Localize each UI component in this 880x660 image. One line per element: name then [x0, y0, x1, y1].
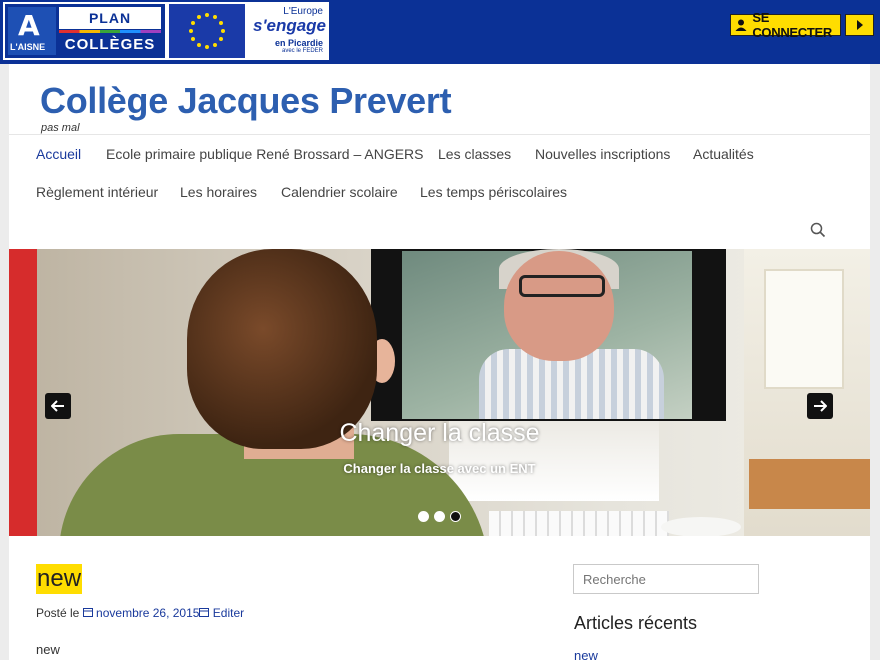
post-date-link[interactable]: novembre 26, 2015	[96, 606, 199, 620]
slide-photo-glasses	[519, 275, 605, 297]
partner-logos: A L'AISNE PLAN COLLÈGES L'Europe s'engag…	[3, 2, 329, 60]
header-divider	[9, 134, 870, 135]
nav-item-actualites[interactable]: Actualités	[693, 146, 754, 162]
login-arrow-button[interactable]	[845, 14, 874, 36]
eu-flag-logo[interactable]	[169, 4, 245, 58]
aisne-logo: A L'AISNE	[8, 7, 56, 55]
caret-right-icon	[856, 20, 863, 30]
plan-colleges-logo[interactable]: A L'AISNE PLAN COLLÈGES	[5, 4, 165, 58]
slide-subcaption: Changer la classe avec un ENT	[343, 461, 536, 476]
image-slider[interactable]: Changer la classe Changer la classe avec…	[9, 249, 870, 536]
site-title[interactable]: Collège Jacques Prevert	[40, 80, 452, 122]
nav-item-calendrier-scolaire[interactable]: Calendrier scolaire	[281, 184, 398, 200]
nav-item-temps-periscolaires[interactable]: Les temps périscolaires	[420, 184, 567, 200]
slider-dot-1[interactable]	[418, 511, 429, 522]
recent-post-link[interactable]: new	[574, 648, 598, 660]
post-body: new	[36, 642, 60, 657]
post-meta-prefix: Posté le	[36, 606, 80, 620]
arrow-left-icon	[51, 400, 64, 412]
top-banner: A L'AISNE PLAN COLLÈGES L'Europe s'engag…	[0, 0, 880, 64]
eu-stars-icon	[189, 13, 225, 49]
slide-photo-fridge	[9, 249, 37, 536]
aisne-glyph-icon: A	[18, 9, 40, 42]
calendar-icon	[82, 606, 96, 620]
logo-color-stripes	[59, 30, 161, 33]
search-icon[interactable]	[810, 222, 828, 240]
edit-icon	[199, 606, 210, 620]
page-content: Collège Jacques Prevert pas mal Accueil …	[9, 64, 870, 660]
plan-label: PLAN	[59, 7, 161, 29]
login-label: SE CONNECTER	[752, 10, 832, 40]
feder-text: avec le FEDER	[281, 48, 323, 54]
slide-photo-window	[764, 269, 844, 389]
sidebar-search-input[interactable]	[573, 564, 759, 594]
engage-text: s'engage	[253, 16, 327, 35]
slide-photo-cup	[661, 517, 741, 536]
nav-item-les-horaires[interactable]: Les horaires	[180, 184, 257, 200]
colleges-label: COLLÈGES	[64, 36, 156, 53]
login-button[interactable]: SE CONNECTER	[730, 10, 841, 40]
post-edit-link[interactable]: Editer	[213, 606, 244, 620]
user-icon	[731, 15, 750, 35]
post-meta: Posté le novembre 26, 2015 Editer	[36, 606, 244, 620]
site-description: pas mal	[41, 122, 80, 134]
slide-photo-keyboard	[489, 511, 669, 536]
nav-item-accueil[interactable]: Accueil	[36, 146, 81, 162]
arrow-right-icon	[814, 400, 827, 412]
slider-dot-2[interactable]	[434, 511, 445, 522]
slide-caption: Changer la classe	[339, 419, 540, 447]
nav-item-les-classes[interactable]: Les classes	[438, 146, 511, 162]
slider-dot-3[interactable]	[450, 511, 461, 522]
slide-photo-face	[504, 251, 614, 361]
nav-item-reglement-interieur[interactable]: Règlement intérieur	[36, 184, 158, 200]
nav-item-nouvelles-inscriptions[interactable]: Nouvelles inscriptions	[535, 146, 670, 162]
slider-prev-button[interactable]	[45, 393, 71, 419]
post-title[interactable]: new	[36, 564, 83, 594]
picardie-feder-logo[interactable]: L'Europe s'engage en Picardie avec le FE…	[249, 4, 327, 58]
nav-item-ecole-primaire[interactable]: Ecole primaire publique René Brossard – …	[106, 146, 424, 162]
picardie-text: en Picardie	[274, 38, 323, 48]
aisne-logo-text: L'AISNE	[10, 42, 46, 52]
recent-posts-title: Articles récents	[574, 613, 698, 633]
slider-next-button[interactable]	[807, 393, 833, 419]
